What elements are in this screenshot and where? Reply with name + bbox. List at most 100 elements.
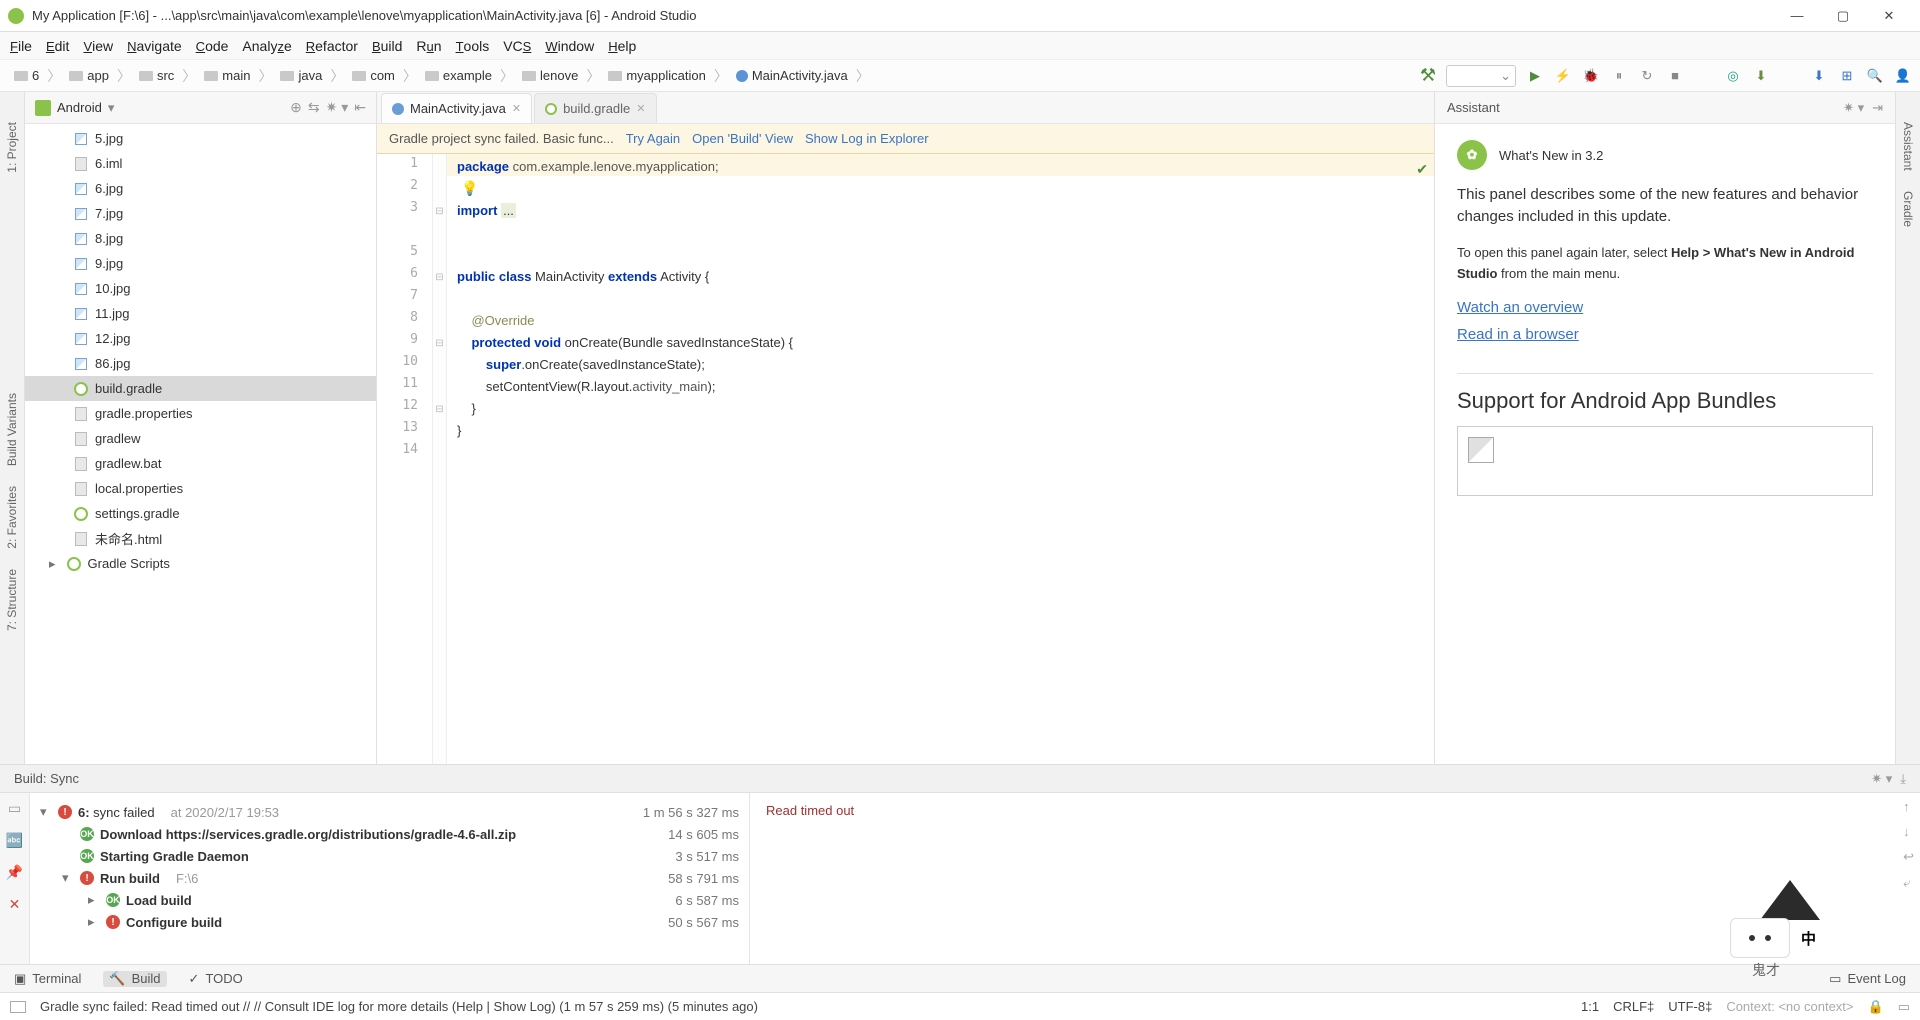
caret-position[interactable]: 1:1 bbox=[1581, 999, 1599, 1014]
tree-file-item[interactable]: 12.jpg bbox=[25, 326, 376, 351]
breadcrumb-item[interactable]: myapplication bbox=[602, 68, 712, 83]
open-build-link[interactable]: Open 'Build' View bbox=[692, 131, 793, 146]
build-tree-row[interactable]: OKStarting Gradle Daemon3 s 517 ms bbox=[40, 845, 739, 867]
run-icon[interactable]: ▶ bbox=[1526, 67, 1544, 85]
build-tree-row[interactable]: ▸!Configure build50 s 567 ms bbox=[40, 911, 739, 933]
toolwindow-gradle[interactable]: Gradle bbox=[1901, 191, 1915, 227]
avd-icon[interactable]: ◎ bbox=[1724, 67, 1742, 85]
gear-icon[interactable]: ✷ ▾ bbox=[1871, 771, 1892, 787]
code-editor[interactable]: 💡 ✔ package com.example.lenove.myapplica… bbox=[447, 154, 1434, 764]
build-tree[interactable]: ▾!6: sync failedat 2020/2/17 19:531 m 56… bbox=[30, 793, 750, 964]
toolwindow-build-variants[interactable]: Build Variants bbox=[5, 393, 19, 466]
search-icon[interactable]: 🔍 bbox=[1866, 67, 1884, 85]
gear-icon[interactable]: ✷ ▾ bbox=[326, 99, 349, 116]
soft-wrap-icon[interactable]: ⤶ bbox=[1903, 875, 1914, 891]
user-icon[interactable]: 👤 bbox=[1894, 67, 1912, 85]
structure-icon[interactable]: ⊞ bbox=[1838, 67, 1856, 85]
menu-view[interactable]: View bbox=[83, 38, 113, 54]
hide-icon[interactable]: ⇥ bbox=[1872, 100, 1883, 116]
menu-window[interactable]: Window bbox=[545, 38, 594, 54]
tree-file-item[interactable]: 6.jpg bbox=[25, 176, 376, 201]
menu-navigate[interactable]: Navigate bbox=[127, 38, 182, 54]
menu-edit[interactable]: Edit bbox=[46, 38, 69, 54]
build-tab[interactable]: 🔨 Build bbox=[103, 971, 166, 987]
encoding[interactable]: UTF-8‡ bbox=[1668, 999, 1712, 1014]
toolwindow-favorites[interactable]: 2: Favorites bbox=[5, 486, 19, 549]
menu-run[interactable]: Run bbox=[416, 38, 441, 54]
stop-icon[interactable]: ■ bbox=[1666, 67, 1684, 85]
lightbulb-icon[interactable]: 💡 bbox=[461, 177, 478, 199]
breadcrumb-item[interactable]: src bbox=[133, 68, 180, 83]
run-config-dropdown[interactable]: ⌄ bbox=[1446, 65, 1516, 87]
tree-file-item[interactable]: build.gradle bbox=[25, 376, 376, 401]
toolwindow-structure[interactable]: 7: Structure bbox=[5, 569, 19, 631]
profiler-icon[interactable]: ⏸ bbox=[1610, 67, 1628, 85]
apply-changes-icon[interactable]: ⚡ bbox=[1554, 67, 1572, 85]
breadcrumb-item[interactable]: main bbox=[198, 68, 256, 83]
breadcrumb-item[interactable]: app bbox=[63, 68, 115, 83]
tree-file-item[interactable]: 8.jpg bbox=[25, 226, 376, 251]
minimize-button[interactable]: — bbox=[1774, 0, 1820, 32]
build-tree-row[interactable]: ▸OKLoad build6 s 587 ms bbox=[40, 889, 739, 911]
status-icon[interactable] bbox=[10, 1001, 26, 1013]
build-icon[interactable]: ⚒ bbox=[1420, 65, 1436, 86]
breadcrumb-item[interactable]: lenove bbox=[516, 68, 584, 83]
filter-icon[interactable]: ▭ bbox=[6, 799, 24, 817]
menu-tools[interactable]: Tools bbox=[456, 38, 490, 54]
breadcrumb-item[interactable]: example bbox=[419, 68, 498, 83]
tree-file-item[interactable]: 11.jpg bbox=[25, 301, 376, 326]
menu-build[interactable]: Build bbox=[372, 38, 402, 54]
breadcrumb-item[interactable]: com bbox=[346, 68, 401, 83]
tab-buildgradle[interactable]: build.gradle✕ bbox=[534, 93, 656, 123]
line-separator[interactable]: CRLF‡ bbox=[1613, 999, 1654, 1014]
line-gutter[interactable]: 123567891011121314 bbox=[377, 154, 433, 764]
event-log-tab[interactable]: ▭ Event Log bbox=[1823, 971, 1912, 987]
tree-file-item[interactable]: local.properties bbox=[25, 476, 376, 501]
lock-icon[interactable]: 🔒 bbox=[1868, 999, 1884, 1015]
show-log-link[interactable]: Show Log in Explorer bbox=[805, 131, 929, 146]
todo-tab[interactable]: ✓ TODO bbox=[183, 971, 249, 987]
context-indicator[interactable]: Context: <no context> bbox=[1726, 999, 1853, 1014]
maximize-button[interactable]: ▢ bbox=[1820, 0, 1866, 32]
scroll-up-icon[interactable]: ↑ bbox=[1903, 799, 1914, 814]
build-log[interactable]: Read timed out ↑ ↓ ↩ ⤶ bbox=[750, 793, 1920, 964]
menu-refactor[interactable]: Refactor bbox=[306, 38, 358, 54]
tree-file-item[interactable]: 10.jpg bbox=[25, 276, 376, 301]
watch-overview-link[interactable]: Watch an overview bbox=[1457, 299, 1583, 316]
tree-file-item[interactable]: 6.iml bbox=[25, 151, 376, 176]
toggle-icon[interactable]: 🔤 bbox=[6, 831, 24, 849]
build-tree-row[interactable]: ▾!Run buildF:\658 s 791 ms bbox=[40, 867, 739, 889]
fold-gutter[interactable]: ⊟⊟⊟⊟ bbox=[433, 154, 447, 764]
hide-icon[interactable]: ⤓ bbox=[1900, 771, 1906, 787]
close-button[interactable]: ✕ bbox=[1866, 0, 1912, 32]
build-tree-row[interactable]: ▾!6: sync failedat 2020/2/17 19:531 m 56… bbox=[40, 801, 739, 823]
build-tree-row[interactable]: OKDownload https://services.gradle.org/d… bbox=[40, 823, 739, 845]
debug-icon[interactable]: 🐞 bbox=[1582, 67, 1600, 85]
gear-icon[interactable]: ✷ ▾ bbox=[1843, 100, 1864, 116]
toolwindow-assistant[interactable]: Assistant bbox=[1901, 122, 1915, 171]
menu-vcs[interactable]: VCS bbox=[503, 38, 531, 54]
menu-code[interactable]: Code bbox=[196, 38, 229, 54]
scroll-down-icon[interactable]: ↓ bbox=[1903, 824, 1914, 839]
tree-file-item[interactable]: 未命名.html bbox=[25, 526, 376, 551]
sdk-icon[interactable]: ⬇ bbox=[1752, 67, 1770, 85]
toolwindow-project[interactable]: 1: Project bbox=[5, 122, 19, 173]
collapse-icon[interactable]: ⇆ bbox=[308, 99, 320, 116]
attach-icon[interactable]: ↻ bbox=[1638, 67, 1656, 85]
close-icon[interactable]: ✕ bbox=[6, 895, 24, 913]
tree-gradle-scripts[interactable]: ▸Gradle Scripts bbox=[25, 551, 376, 576]
target-icon[interactable]: ⊕ bbox=[290, 99, 302, 116]
menu-help[interactable]: Help bbox=[608, 38, 636, 54]
project-tree[interactable]: 5.jpg6.iml6.jpg7.jpg8.jpg9.jpg10.jpg11.j… bbox=[25, 124, 376, 764]
pin-icon[interactable]: 📌 bbox=[6, 863, 24, 881]
menu-analyze[interactable]: Analyze bbox=[242, 38, 291, 54]
breadcrumb-item[interactable]: MainActivity.java bbox=[730, 68, 854, 83]
tree-file-item[interactable]: 5.jpg bbox=[25, 126, 376, 151]
tree-file-item[interactable]: 7.jpg bbox=[25, 201, 376, 226]
project-view-selector[interactable]: Android bbox=[57, 100, 102, 115]
tree-file-item[interactable]: 86.jpg bbox=[25, 351, 376, 376]
read-browser-link[interactable]: Read in a browser bbox=[1457, 326, 1579, 343]
close-icon[interactable]: ✕ bbox=[512, 102, 521, 115]
hide-icon[interactable]: ⇤ bbox=[354, 99, 366, 116]
sync-icon[interactable]: ⬇ bbox=[1810, 67, 1828, 85]
